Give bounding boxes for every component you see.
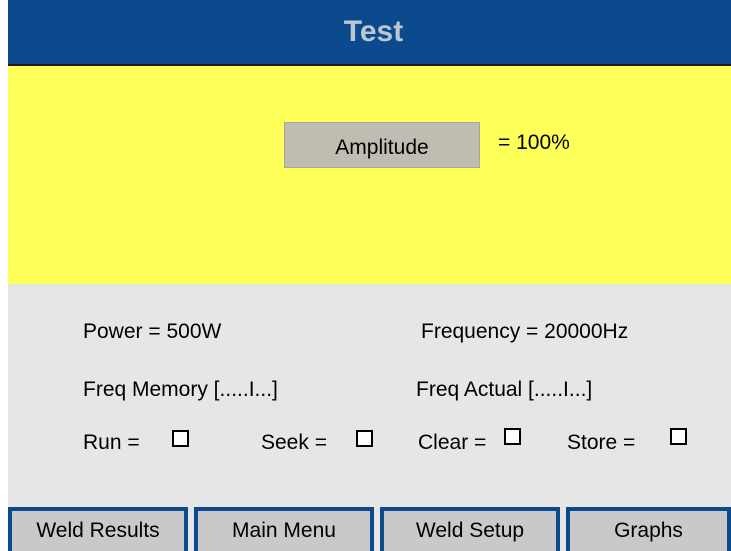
tab-graphs[interactable]: Graphs (566, 507, 731, 551)
tab-main-menu[interactable]: Main Menu (194, 507, 374, 551)
frequency-readout: Frequency = 20000Hz (421, 320, 629, 343)
tab-label: Main Menu (232, 519, 336, 542)
run-checkbox[interactable] (172, 430, 189, 447)
amplitude-value: = 100% (498, 131, 570, 154)
page-title: Test (343, 15, 404, 48)
store-checkbox[interactable] (670, 428, 687, 445)
tab-label: Weld Setup (415, 519, 525, 542)
test-screen: Test Amplitude = 100% Power = 500W Frequ… (8, 0, 731, 551)
run-label: Run = (83, 431, 140, 454)
amplitude-panel: Amplitude = 100% (8, 66, 731, 284)
tab-weld-setup[interactable]: Weld Setup (380, 507, 560, 551)
power-readout: Power = 500W (83, 320, 222, 343)
title-bar: Test (8, 0, 731, 66)
amplitude-button[interactable]: Amplitude (284, 122, 480, 168)
seek-label: Seek = (261, 431, 327, 454)
store-label: Store = (567, 431, 636, 454)
tab-label: Weld Results (36, 519, 160, 542)
amplitude-button-label: Amplitude (335, 136, 429, 159)
clear-label: Clear = (418, 431, 487, 454)
tab-label: Graphs (614, 519, 683, 542)
tab-weld-results[interactable]: Weld Results (8, 507, 188, 551)
seek-checkbox[interactable] (356, 430, 373, 447)
freq-actual-readout: Freq Actual [.....I...] (416, 378, 593, 401)
freq-memory-readout: Freq Memory [.....I...] (83, 378, 278, 401)
clear-checkbox[interactable] (504, 428, 521, 445)
